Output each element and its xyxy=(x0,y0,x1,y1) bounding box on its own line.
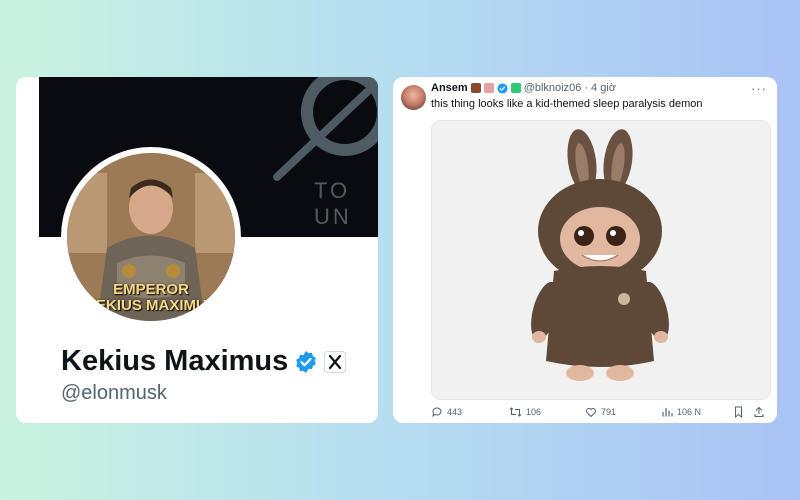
like-count: 791 xyxy=(601,407,617,417)
repost-button[interactable]: 106 xyxy=(509,406,541,418)
tweet-separator: · xyxy=(584,82,589,94)
emoji-badge-icon xyxy=(483,83,494,93)
tweet-author-name[interactable]: Ansem xyxy=(431,82,468,94)
profile-name: Kekius Maximus xyxy=(61,345,289,377)
cow-emoji-icon xyxy=(470,83,481,93)
verified-badge-icon[interactable] xyxy=(294,350,318,374)
banner-text: TO UN xyxy=(314,178,352,229)
reply-icon xyxy=(432,407,442,418)
tweet-actions: 443 106 791 106 N xyxy=(431,406,771,420)
profile-name-row: Kekius Maximus xyxy=(61,345,347,378)
avatar-caption-line1: EMPEROR xyxy=(113,281,189,298)
tweet-time[interactable]: 4 giờ xyxy=(591,82,616,94)
reply-button[interactable]: 443 xyxy=(431,406,462,418)
bookmark-icon xyxy=(735,406,742,418)
verified-badge-icon xyxy=(497,82,508,94)
tweet-text: this thing looks like a kid-themed sleep… xyxy=(431,98,703,110)
views-count: 106 N xyxy=(677,407,702,417)
avatar-image: EMPEROR KEKIUS MAXIMUS xyxy=(67,153,235,321)
views-chart-icon xyxy=(662,408,673,417)
more-options-icon[interactable]: ··· xyxy=(751,81,767,96)
views-button[interactable]: 106 N xyxy=(661,406,701,418)
x-logo-icon[interactable] xyxy=(324,350,347,373)
tweet-card: Ansem @blknoiz06 · 4 giờ ··· this thing … xyxy=(393,77,777,423)
tweet-media[interactable] xyxy=(431,120,771,400)
repost-icon xyxy=(509,407,522,417)
profile-card: TO UN EMPEROR KEKIUS MAXIMUS Kekius Maxi… xyxy=(16,77,378,423)
avatar-caption-line2: KEKIUS MAXIMUS xyxy=(85,297,217,314)
tweet-author-avatar[interactable] xyxy=(401,85,426,110)
bookmark-button[interactable] xyxy=(733,406,744,418)
heart-icon xyxy=(586,408,596,418)
profile-avatar[interactable]: EMPEROR KEKIUS MAXIMUS xyxy=(61,147,241,327)
tweet-header: Ansem @blknoiz06 · 4 giờ xyxy=(431,82,616,94)
like-button[interactable]: 791 xyxy=(585,406,616,418)
share-icon xyxy=(754,406,764,417)
doll-image-icon xyxy=(432,121,770,399)
affiliate-badge-icon xyxy=(510,83,521,93)
repost-count: 106 xyxy=(526,407,542,417)
share-button[interactable] xyxy=(753,406,765,418)
profile-handle: @elonmusk xyxy=(61,382,167,404)
reply-count: 443 xyxy=(447,407,463,417)
tweet-handle[interactable]: @blknoiz06 xyxy=(524,82,582,94)
